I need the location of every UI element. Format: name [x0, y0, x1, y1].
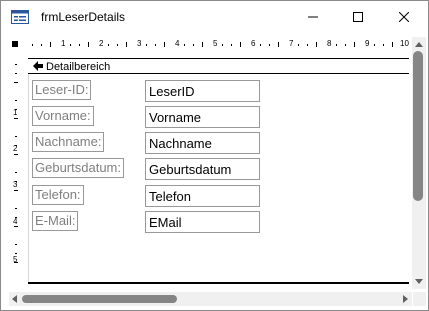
form-selector[interactable]	[9, 37, 20, 50]
scroll-up-icon	[415, 42, 423, 47]
scroll-left-icon	[12, 295, 17, 303]
textbox-geburtsdatum[interactable]: Geburtsdatum	[145, 158, 260, 180]
form-icon	[11, 10, 29, 24]
section-arrow-icon	[33, 61, 43, 71]
ruler-v-3: 3	[13, 180, 18, 189]
vertical-scroll-thumb[interactable]	[413, 51, 423, 201]
ruler-v-5: 5	[13, 255, 18, 264]
section-label: Detailbereich	[46, 61, 111, 73]
detail-section[interactable]: Leser-ID: LeserID Vorname: Vorname Nachn…	[28, 74, 410, 284]
close-button[interactable]	[381, 1, 427, 33]
scroll-down-icon	[415, 279, 423, 284]
label-geburtsdatum[interactable]: Geburtsdatum:	[32, 158, 124, 178]
title-bar[interactable]: frmLeserDetails	[1, 1, 428, 33]
ruler-h-9: 9	[365, 39, 370, 48]
ruler-h-4: 4	[175, 39, 180, 48]
vertical-ruler[interactable]: 1 2 3 4 5	[9, 56, 24, 281]
scrollbar-corner	[413, 292, 426, 306]
textbox-vorname[interactable]: Vorname	[145, 106, 260, 128]
ruler-h-1: 1	[61, 39, 66, 48]
maximize-icon	[353, 12, 363, 22]
ruler-h-10: 10	[400, 39, 409, 48]
textbox-nachname[interactable]: Nachname	[145, 132, 260, 154]
ruler-v-2: 2	[13, 144, 18, 153]
horizontal-ruler[interactable]: 1 2 3 4 5 6 7 8 9 10	[28, 37, 410, 52]
textbox-telefon[interactable]: Telefon	[145, 185, 260, 207]
ruler-h-6: 6	[251, 39, 256, 48]
ruler-v-4: 4	[13, 217, 18, 226]
label-email[interactable]: E-Mail:	[32, 211, 79, 231]
textbox-email[interactable]: EMail	[145, 211, 260, 233]
maximize-button[interactable]	[335, 1, 381, 33]
form-selector-square-icon	[12, 41, 18, 47]
label-nachname[interactable]: Nachname:	[32, 132, 105, 152]
minimize-icon	[308, 16, 318, 18]
window-title: frmLeserDetails	[41, 10, 126, 24]
ruler-h-8: 8	[327, 39, 332, 48]
label-vorname[interactable]: Vorname:	[32, 106, 94, 126]
label-telefon[interactable]: Telefon:	[32, 185, 84, 205]
minimize-button[interactable]	[290, 1, 336, 33]
ruler-h-7: 7	[289, 39, 294, 48]
ruler-h-5: 5	[213, 39, 218, 48]
ruler-v-1: 1	[13, 108, 18, 117]
form-window: frmLeserDetails 1 2 3 4 5 6 7 8 9 10 1 2…	[0, 0, 429, 311]
close-icon	[399, 12, 409, 22]
ruler-h-2: 2	[99, 39, 104, 48]
horizontal-scroll-thumb[interactable]	[22, 295, 177, 303]
ruler-h-3: 3	[137, 39, 142, 48]
section-end-divider	[28, 282, 409, 284]
textbox-leser-id[interactable]: LeserID	[145, 80, 260, 102]
scroll-right-icon	[403, 295, 408, 303]
detail-section-header[interactable]: Detailbereich	[28, 58, 409, 74]
label-leser-id[interactable]: Leser-ID:	[32, 80, 92, 100]
